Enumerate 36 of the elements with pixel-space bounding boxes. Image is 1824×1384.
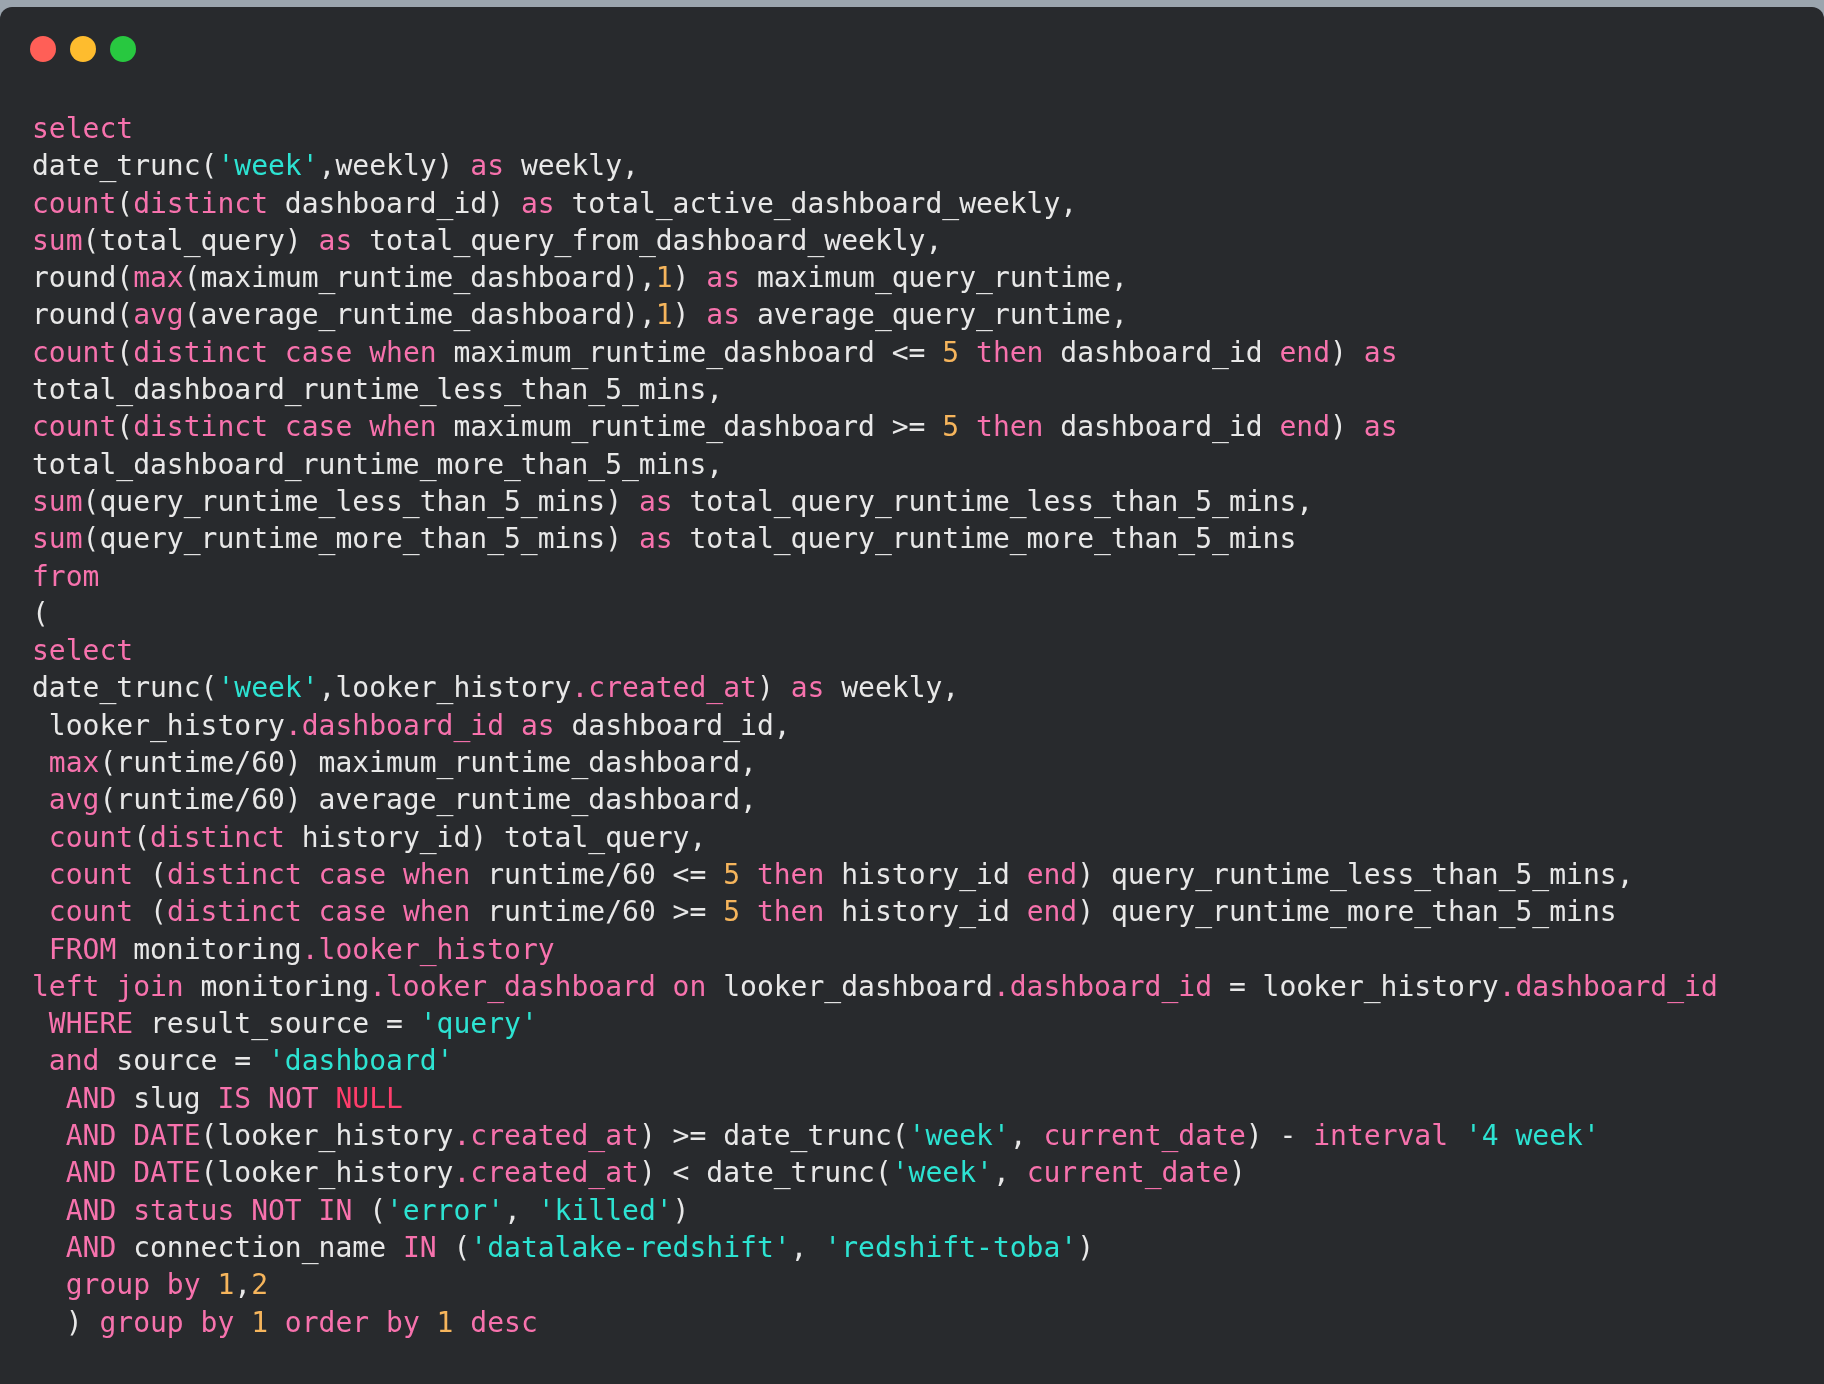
code-line: left join monitoring.looker_dashboard on looker_dashboard.dashboard_id = looker_history.dashboard_id bbox=[32, 968, 1718, 1005]
code-line: count(distinct case when maximum_runtime_dashboard >= 5 then dashboard_id end) as bbox=[32, 409, 1398, 446]
minimize-icon[interactable] bbox=[70, 36, 96, 62]
code-line: sum(query_runtime_less_than_5_mins) as total_query_runtime_less_than_5_mins, bbox=[32, 483, 1314, 520]
code-line: count(distinct history_id) total_query, bbox=[47, 819, 707, 856]
code-line: AND DATE(looker_history.created_at) < date_trunc('week', current_date) bbox=[64, 1155, 1246, 1192]
code-line: round(max(maximum_runtime_dashboard),1) as maximum_query_runtime, bbox=[32, 260, 1128, 297]
code-line: total_dashboard_runtime_less_than_5_mins, bbox=[32, 372, 724, 409]
code-line: total_dashboard_runtime_more_than_5_mins, bbox=[32, 446, 724, 483]
code-line: count(distinct dashboard_id) as total_active_dashboard_weekly, bbox=[32, 185, 1078, 222]
code-line: date_trunc('week',weekly) as weekly, bbox=[32, 148, 639, 185]
code-line: sum(query_runtime_more_than_5_mins) as total_query_runtime_more_than_5_mins bbox=[32, 521, 1297, 558]
code-line: count(distinct case when maximum_runtime_dashboard <= 5 then dashboard_id end) as bbox=[32, 334, 1398, 371]
code-line: from bbox=[32, 558, 100, 595]
code-line: looker_history.dashboard_id as dashboard_id, bbox=[47, 707, 791, 744]
code-line: date_trunc('week',looker_history.created_at) as weekly, bbox=[32, 670, 960, 707]
close-icon[interactable] bbox=[30, 36, 56, 62]
code-line: ( bbox=[32, 595, 49, 632]
code-line: select bbox=[32, 633, 134, 670]
code-line: select bbox=[32, 111, 134, 147]
maximize-icon[interactable] bbox=[110, 36, 136, 62]
code-line: and source = 'dashboard' bbox=[47, 1043, 454, 1080]
code-line: max(runtime/60) maximum_runtime_dashboard, bbox=[47, 745, 757, 782]
code-line: AND status NOT IN ('error', 'killed') bbox=[64, 1192, 690, 1229]
code-line: round(avg(average_runtime_dashboard),1) as average_query_runtime, bbox=[32, 297, 1128, 334]
code-line: AND connection_name IN ('datalake-redshift', 'redshift-toba') bbox=[64, 1229, 1095, 1266]
code-line: group by 1,2 bbox=[64, 1267, 268, 1304]
code-line: ) group by 1 order by 1 desc bbox=[64, 1304, 538, 1341]
code-line: AND slug IS NOT NULL bbox=[64, 1080, 403, 1117]
code-line: WHERE result_source = 'query' bbox=[47, 1006, 538, 1043]
code-line: avg(runtime/60) average_runtime_dashboard, bbox=[47, 782, 757, 819]
code-line: FROM monitoring.looker_history bbox=[47, 931, 555, 968]
code-line: count (distinct case when runtime/60 <= 5 then history_id end) query_runtime_less_than_5_mins, bbox=[47, 856, 1634, 893]
code-line: sum(total_query) as total_query_from_dashboard_weekly, bbox=[32, 222, 943, 259]
code-line: count (distinct case when runtime/60 >= 5 then history_id end) query_runtime_more_than_5_mins bbox=[47, 894, 1617, 931]
code-line: AND DATE(looker_history.created_at) >= date_trunc('week', current_date) - interval '4 week' bbox=[64, 1118, 1600, 1154]
